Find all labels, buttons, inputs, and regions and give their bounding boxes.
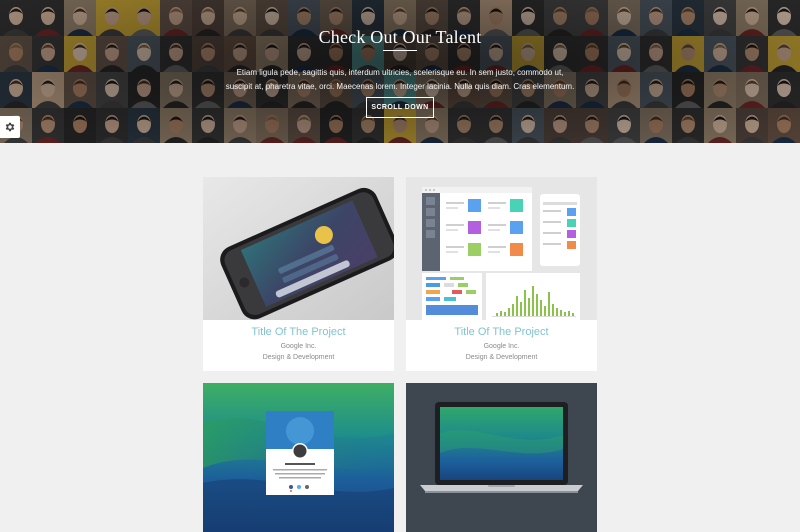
hero-description: Etiam ligula pede, sagittis quis, interd… [225,68,575,91]
project-company: Google Inc. [280,343,317,350]
project-card[interactable] [406,383,597,532]
project-category: Design & Development [465,354,538,361]
scroll-down-button[interactable]: SCROLL DOWN [366,97,434,118]
hero-title: Check Out Our Talent [318,27,482,47]
project-title[interactable]: Title Of The Project [406,326,597,338]
hero-divider [383,50,417,51]
project-company: Google Inc. [483,343,520,350]
project-title[interactable]: Title Of The Project [203,326,394,338]
project-card[interactable]: Title Of The Project Google Inc. Design … [203,177,394,371]
project-thumbnail-phone[interactable] [203,177,394,320]
project-card[interactable] [203,383,394,532]
project-category: Design & Development [262,354,335,361]
hero-banner: Check Out Our Talent Etiam ligula pede, … [0,0,800,143]
project-thumbnail-laptop[interactable] [406,383,597,532]
project-thumbnail-profile[interactable] [203,383,394,532]
gear-icon [5,122,15,132]
settings-button[interactable] [0,116,20,138]
project-card[interactable]: Title Of The Project Google Inc. Design … [406,177,597,371]
project-thumbnail-dashboard[interactable] [406,177,597,320]
